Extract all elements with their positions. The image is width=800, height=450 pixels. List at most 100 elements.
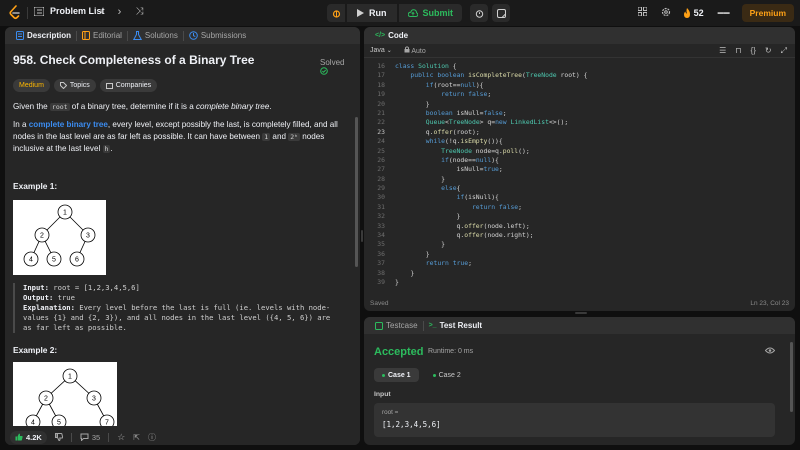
tab-solutions[interactable]: Solutions xyxy=(128,27,183,44)
auto-mode-toggle[interactable]: Auto xyxy=(404,46,426,55)
layout-grid-icon[interactable] xyxy=(637,6,648,19)
tab-testcase[interactable]: Testcase xyxy=(370,317,423,334)
code-text: if(isNull){ xyxy=(456,193,499,202)
document-icon xyxy=(16,31,24,40)
code-line[interactable]: 20 } xyxy=(364,100,795,109)
avatar[interactable]: ▬▬ xyxy=(716,7,732,19)
code-line[interactable]: 32 } xyxy=(364,212,795,221)
code-line[interactable]: 18 if(root==null){ xyxy=(364,81,795,90)
leetcode-logo-icon[interactable] xyxy=(8,5,22,21)
problem-description: 958. Check Completeness of a Binary Tree… xyxy=(13,53,353,426)
line-number: 35 xyxy=(377,240,385,249)
thumbs-down-icon[interactable] xyxy=(54,433,63,441)
run-button[interactable]: Run xyxy=(347,4,397,22)
code-line[interactable]: 26 if(node==null){ xyxy=(364,156,795,165)
shuffle-icon[interactable]: ⤨ xyxy=(135,6,143,18)
line-number: 36 xyxy=(377,249,385,258)
premium-button[interactable]: Premium xyxy=(741,4,794,22)
code-line[interactable]: 16 class Solution { xyxy=(364,62,795,71)
case-2-tab[interactable]: Case 2 xyxy=(425,368,469,382)
code-text: return false; xyxy=(471,202,523,211)
code-editor[interactable]: 16 class Solution {17 public boolean isCo… xyxy=(364,62,795,287)
description-tabs: Description Editorial Solutions Submissi… xyxy=(5,27,360,44)
tab-code-label: Code xyxy=(388,31,409,40)
input-label: Input xyxy=(374,391,391,398)
code-line[interactable]: 35 } xyxy=(364,240,795,249)
horizontal-resize-handle[interactable] xyxy=(575,312,587,314)
fullscreen-icon[interactable]: ⤢ xyxy=(781,46,787,56)
description-scrollbar[interactable] xyxy=(355,117,358,267)
braces-icon[interactable]: {} xyxy=(751,46,756,56)
code-line[interactable]: 34 q.offer(node.right); xyxy=(364,231,795,240)
next-problem-icon[interactable]: › xyxy=(118,6,122,18)
companies-tag[interactable]: Companies xyxy=(99,79,158,92)
code-line[interactable]: 19 return false; xyxy=(364,90,795,99)
chevron-down-icon: ⌄ xyxy=(386,48,392,54)
tab-description[interactable]: Description xyxy=(11,27,76,44)
star-icon[interactable]: ☆ xyxy=(117,432,125,443)
tab-test-result[interactable]: >_ Test Result xyxy=(424,317,488,334)
format-icon[interactable]: ☰ xyxy=(719,46,726,56)
code-line[interactable]: 27 isNull=true; xyxy=(364,165,795,174)
tab-code[interactable]: </> Code xyxy=(370,27,413,44)
history-icon xyxy=(189,31,198,40)
problem-list-button[interactable]: Problem List xyxy=(34,6,105,16)
like-button[interactable]: 4.2K xyxy=(10,430,47,444)
streak-counter[interactable]: 52 xyxy=(683,8,704,18)
code-line[interactable]: 24 while(!q.isEmpty()){ xyxy=(364,137,795,146)
timer-button[interactable] xyxy=(470,4,488,22)
submit-label: Submit xyxy=(422,8,454,18)
tab-editorial[interactable]: Editorial xyxy=(77,27,127,44)
reset-icon[interactable]: ↻ xyxy=(765,46,772,56)
prev-problem-icon[interactable]: ‹ xyxy=(100,6,104,18)
code-text: return true; xyxy=(425,259,472,268)
help-icon[interactable]: ⓘ xyxy=(148,432,156,443)
notes-button[interactable] xyxy=(492,4,510,22)
code-text: } xyxy=(395,212,461,221)
code-line[interactable]: 33 q.offer(node.left); xyxy=(364,222,795,231)
result-scrollbar[interactable] xyxy=(790,342,793,412)
settings-gear-icon[interactable] xyxy=(661,7,671,20)
code-line[interactable]: 38 } xyxy=(364,269,795,278)
topics-tag[interactable]: Topics xyxy=(53,79,96,92)
code-line[interactable]: 36 } xyxy=(364,250,795,259)
language-select[interactable]: Java ⌄ xyxy=(370,47,392,54)
tree-node: 3 xyxy=(92,396,96,403)
complete-tree-link[interactable]: complete binary tree xyxy=(29,120,108,129)
description-panel: Description Editorial Solutions Submissi… xyxy=(5,27,360,445)
text: In a xyxy=(13,120,29,129)
note-icon xyxy=(496,8,506,18)
bug-icon xyxy=(332,9,340,18)
eye-icon[interactable] xyxy=(764,347,776,356)
code-line[interactable]: 39} xyxy=(364,278,795,287)
code-line[interactable]: 17 public boolean isCompleteTree(TreeNod… xyxy=(364,71,795,80)
pass-dot xyxy=(432,373,436,377)
line-number: 26 xyxy=(377,155,385,164)
code-text: if(node==null){ xyxy=(441,155,499,164)
comments-button[interactable]: 35 xyxy=(80,433,100,442)
bookmark-icon[interactable]: ⊓ xyxy=(735,46,741,56)
code-line[interactable]: 30 if(isNull){ xyxy=(364,193,795,202)
tab-submissions[interactable]: Submissions xyxy=(184,27,251,44)
code-line[interactable]: 31 return false; xyxy=(364,203,795,212)
input-value: root = [1,2,3,4,5,6] xyxy=(53,283,140,292)
explanation-label: Explanation: xyxy=(23,303,75,312)
line-number: 18 xyxy=(377,80,385,89)
code-line[interactable]: 37 return true; xyxy=(364,259,795,268)
line-number: 19 xyxy=(377,90,385,99)
case-1-tab[interactable]: Case 1 xyxy=(374,368,419,382)
share-icon[interactable]: ⇱ xyxy=(133,433,140,442)
code-line[interactable]: 21 boolean isNull=false; xyxy=(364,109,795,118)
code-line[interactable]: 29 else{ xyxy=(364,184,795,193)
topbar-right: 52 ▬▬ Premium xyxy=(624,0,800,26)
code-line[interactable]: 25 TreeNode node=q.poll(); xyxy=(364,147,795,156)
input-box: root = [1,2,3,4,5,6] xyxy=(374,403,775,437)
code-text: else{ xyxy=(441,184,461,193)
vertical-resize-handle[interactable] xyxy=(361,230,363,242)
code-line[interactable]: 28 } xyxy=(364,175,795,184)
code-line[interactable]: 22 Queue<TreeNode> q=new LinkedList<>(); xyxy=(364,118,795,127)
submit-button[interactable]: Submit xyxy=(398,4,462,22)
auto-mode-label: Auto xyxy=(411,48,426,55)
code-line[interactable]: 23 q.offer(root); xyxy=(364,128,795,137)
debug-button[interactable] xyxy=(327,4,345,22)
